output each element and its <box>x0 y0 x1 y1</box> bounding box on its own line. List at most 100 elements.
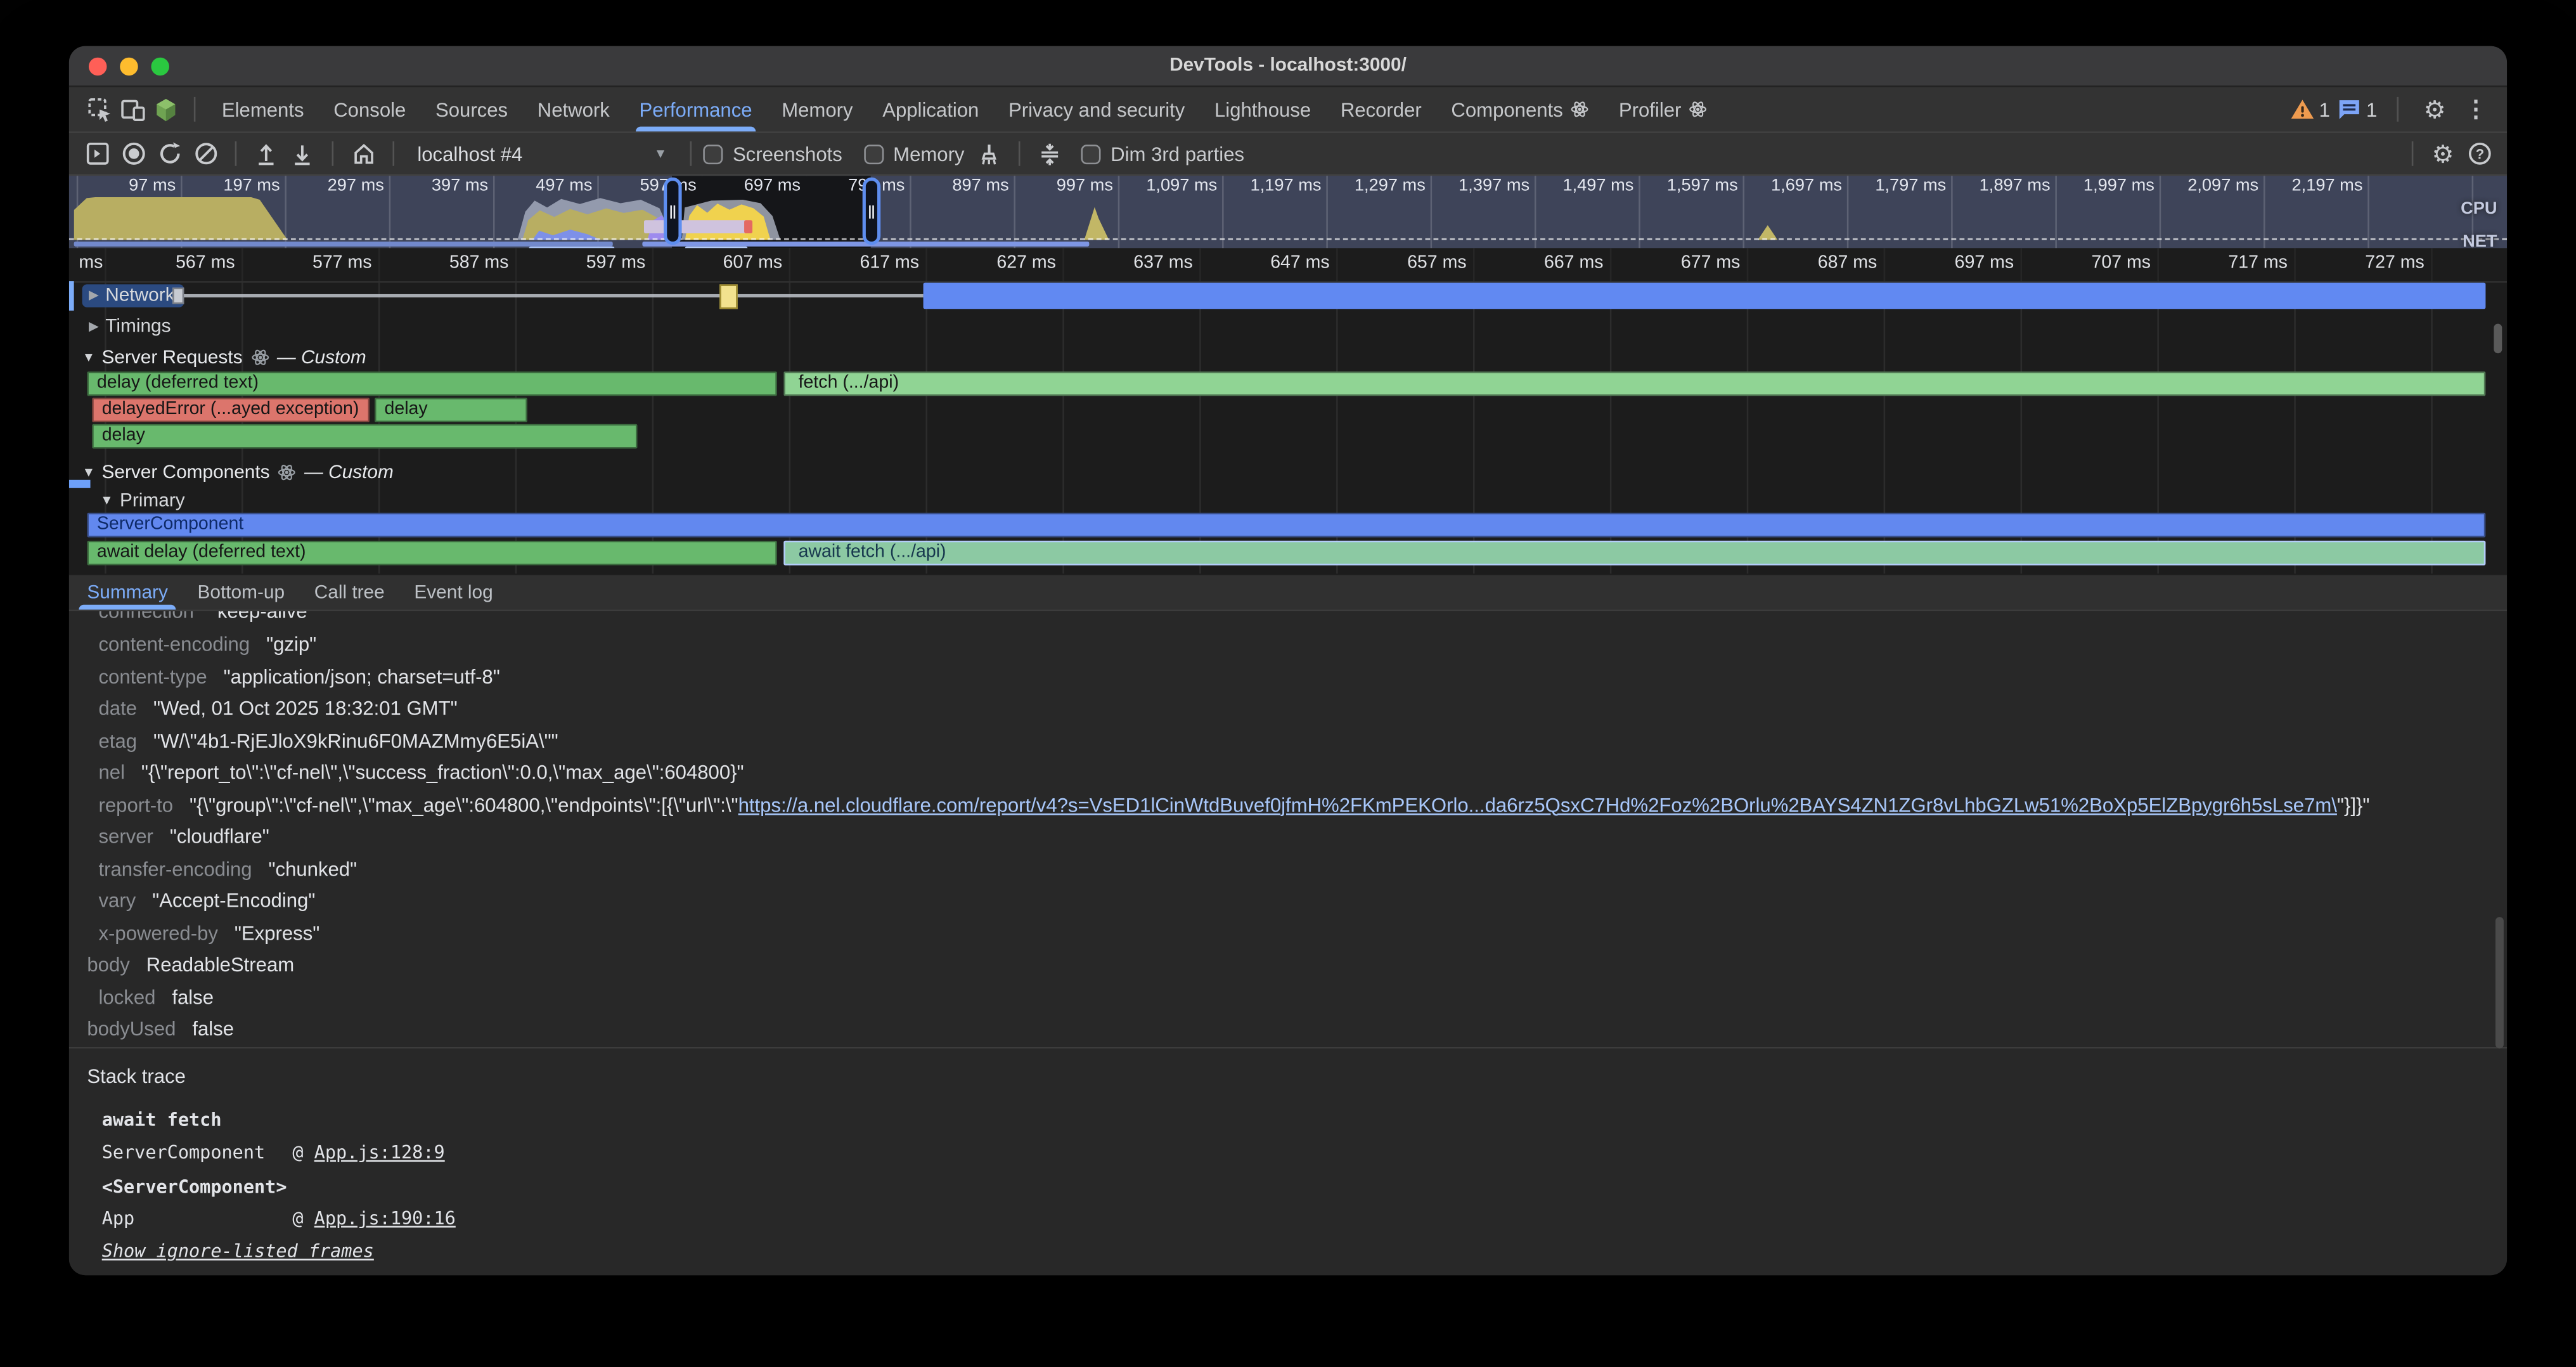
tab-network[interactable]: Network <box>522 87 624 131</box>
ruler-tick: 647 ms <box>1199 248 1336 279</box>
desktop: DevTools - localhost:3000/ Elements Cons… <box>0 0 2576 1367</box>
flame-scrollbar-thumb[interactable] <box>2494 324 2502 354</box>
overview-tick: 297 ms <box>285 176 389 197</box>
server-requests-header[interactable]: ▼ Server Requests — Custom <box>69 344 2507 372</box>
tab-call-tree[interactable]: Call tree <box>299 575 399 609</box>
property-row-body-used: bodyUsedfalse <box>87 1017 234 1040</box>
network-request-bar[interactable] <box>924 282 2486 308</box>
dim-3rd-parties-checkbox[interactable] <box>1081 144 1101 164</box>
ruler-tick: 597 ms <box>515 248 652 279</box>
event-bar-fetch-api[interactable]: fetch (.../api) <box>783 372 2485 396</box>
disclosure-triangle-icon: ▼ <box>100 493 113 508</box>
screenshots-checkbox[interactable] <box>703 144 723 164</box>
ruler-tick: 577 ms <box>242 248 378 279</box>
home-icon[interactable] <box>345 136 381 171</box>
record-button[interactable] <box>115 136 151 171</box>
tab-profiler[interactable]: Profiler <box>1604 87 1723 131</box>
overview-tick: 1,097 ms <box>1118 176 1222 197</box>
server-components-header[interactable]: ▼ Server Components — Custom <box>69 458 2507 486</box>
tab-elements[interactable]: Elements <box>207 87 319 131</box>
range-handle-left[interactable] <box>664 178 682 245</box>
primary-subtrack-header[interactable]: ▼ Primary <box>69 486 2507 514</box>
overview-tick: 2,197 ms <box>2264 176 2367 197</box>
memory-label: Memory <box>893 142 964 165</box>
tab-console[interactable]: Console <box>319 87 421 131</box>
tab-sources[interactable]: Sources <box>421 87 523 131</box>
header-row: etag"W/\"4b1-RjEJloX9kRinu6F0MAZMmy6E5iA… <box>99 729 558 751</box>
event-bar-delay-deferred[interactable]: delay (deferred text) <box>87 372 777 396</box>
event-bar-await-fetch-selected[interactable]: await fetch (.../api) <box>783 541 2485 566</box>
extension-gem-icon[interactable] <box>150 93 183 126</box>
event-bar-delay[interactable]: delay <box>92 424 637 449</box>
event-bar-delay[interactable]: delay <box>375 398 527 422</box>
tab-components[interactable]: Components <box>1436 87 1604 131</box>
header-row: transfer-encoding"chunked" <box>99 857 357 880</box>
interaction-marker <box>644 220 747 233</box>
network-request-chip[interactable] <box>172 288 184 304</box>
header-row-report-to: report-to"{\"group\":\"cf-nel\",\"max_ag… <box>99 793 2508 816</box>
history-select[interactable]: localhost #4 ▼ <box>406 142 678 165</box>
details-scrollbar-thumb[interactable] <box>2496 917 2504 1048</box>
tab-summary[interactable]: Summary <box>72 575 183 609</box>
flame-ruler: ms 567 ms577 ms587 ms597 ms607 ms617 ms6… <box>69 248 2507 282</box>
dim-3rd-parties-label: Dim 3rd parties <box>1111 142 1244 165</box>
ruler-tick: 717 ms <box>2157 248 2294 279</box>
timings-track[interactable]: ▶ Timings <box>69 312 2507 340</box>
source-location-link[interactable]: App.js:190:16 <box>314 1208 456 1229</box>
inspect-element-icon[interactable] <box>84 93 117 126</box>
capture-settings-gear-icon[interactable]: ⚙ <box>2425 136 2461 171</box>
ruler-tick: 727 ms <box>2294 248 2431 279</box>
timeline-overview[interactable]: 97 ms197 ms297 ms397 ms497 ms597 ms697 m… <box>69 176 2507 248</box>
settings-gear-icon[interactable]: ⚙ <box>2418 93 2451 126</box>
flame-chart[interactable]: ms 567 ms577 ms587 ms597 ms607 ms617 ms6… <box>69 248 2507 573</box>
ruler-tick: 587 ms <box>378 248 515 279</box>
tab-performance[interactable]: Performance <box>624 87 767 131</box>
disclosure-triangle-icon: ▶ <box>89 319 99 334</box>
divider <box>690 141 692 166</box>
overview-tick-labels: 97 ms197 ms297 ms397 ms497 ms597 ms697 m… <box>77 176 2368 197</box>
network-track-label[interactable]: ▶ Network <box>82 283 185 306</box>
tab-privacy-and-security[interactable]: Privacy and security <box>994 87 1200 131</box>
overview-tick: 1,297 ms <box>1326 176 1430 197</box>
tab-application[interactable]: Application <box>868 87 994 131</box>
zoom-window-button[interactable] <box>151 58 169 76</box>
device-toolbar-icon[interactable] <box>117 93 150 126</box>
event-bar-delayed-error[interactable]: delayedError (...ayed exception) <box>92 398 370 422</box>
kebab-menu-icon[interactable]: ⋮ <box>2459 93 2492 126</box>
network-request-block[interactable] <box>719 283 738 308</box>
stack-frame: App@ App.js:190:16 <box>102 1208 456 1231</box>
minimize-window-button[interactable] <box>120 58 138 76</box>
tab-memory[interactable]: Memory <box>767 87 868 131</box>
memory-checkbox[interactable] <box>864 144 884 164</box>
header-row: content-encoding"gzip" <box>99 633 317 656</box>
range-handle-right[interactable] <box>863 178 881 245</box>
download-profile-icon[interactable] <box>284 136 320 171</box>
event-bar-await-delay[interactable]: await delay (deferred text) <box>87 541 777 566</box>
collapse-tracks-icon[interactable] <box>1032 136 1068 171</box>
disclosure-triangle-icon: ▼ <box>82 465 96 479</box>
garbage-collect-icon[interactable] <box>971 136 1007 171</box>
cloudflare-report-link[interactable]: https://a.nel.cloudflare.com/report/v4?s… <box>738 793 2337 816</box>
clear-button[interactable] <box>187 136 223 171</box>
screenshots-label: Screenshots <box>733 142 842 165</box>
record-and-reload-button[interactable] <box>151 136 187 171</box>
toggle-sidebar-icon[interactable] <box>79 136 115 171</box>
show-ignore-listed-frames-link[interactable]: Show ignore-listed frames <box>102 1241 374 1264</box>
overview-tick: 1,597 ms <box>1639 176 1742 197</box>
overview-tick: 1,997 ms <box>2055 176 2159 197</box>
cpu-net-divider <box>69 238 2507 240</box>
tab-event-log[interactable]: Event log <box>399 575 508 609</box>
upload-profile-icon[interactable] <box>248 136 284 171</box>
tab-recorder[interactable]: Recorder <box>1326 87 1437 131</box>
stack-frame-server-component: <ServerComponent> <box>102 1177 287 1200</box>
summary-pane: connection"keep-alive" content-encoding"… <box>69 611 2507 1275</box>
tab-bottom-up[interactable]: Bottom-up <box>183 575 299 609</box>
close-window-button[interactable] <box>89 58 107 76</box>
source-location-link[interactable]: App.js:128:9 <box>314 1142 445 1163</box>
event-bar-server-component[interactable]: ServerComponent <box>87 513 2485 538</box>
cpu-activity-area <box>74 197 288 240</box>
help-icon[interactable]: ? <box>2461 136 2497 171</box>
warnings-badge[interactable]: 1 <box>2289 98 2330 120</box>
tab-lighthouse[interactable]: Lighthouse <box>1200 87 1326 131</box>
issues-badge[interactable]: 1 <box>2338 98 2377 120</box>
